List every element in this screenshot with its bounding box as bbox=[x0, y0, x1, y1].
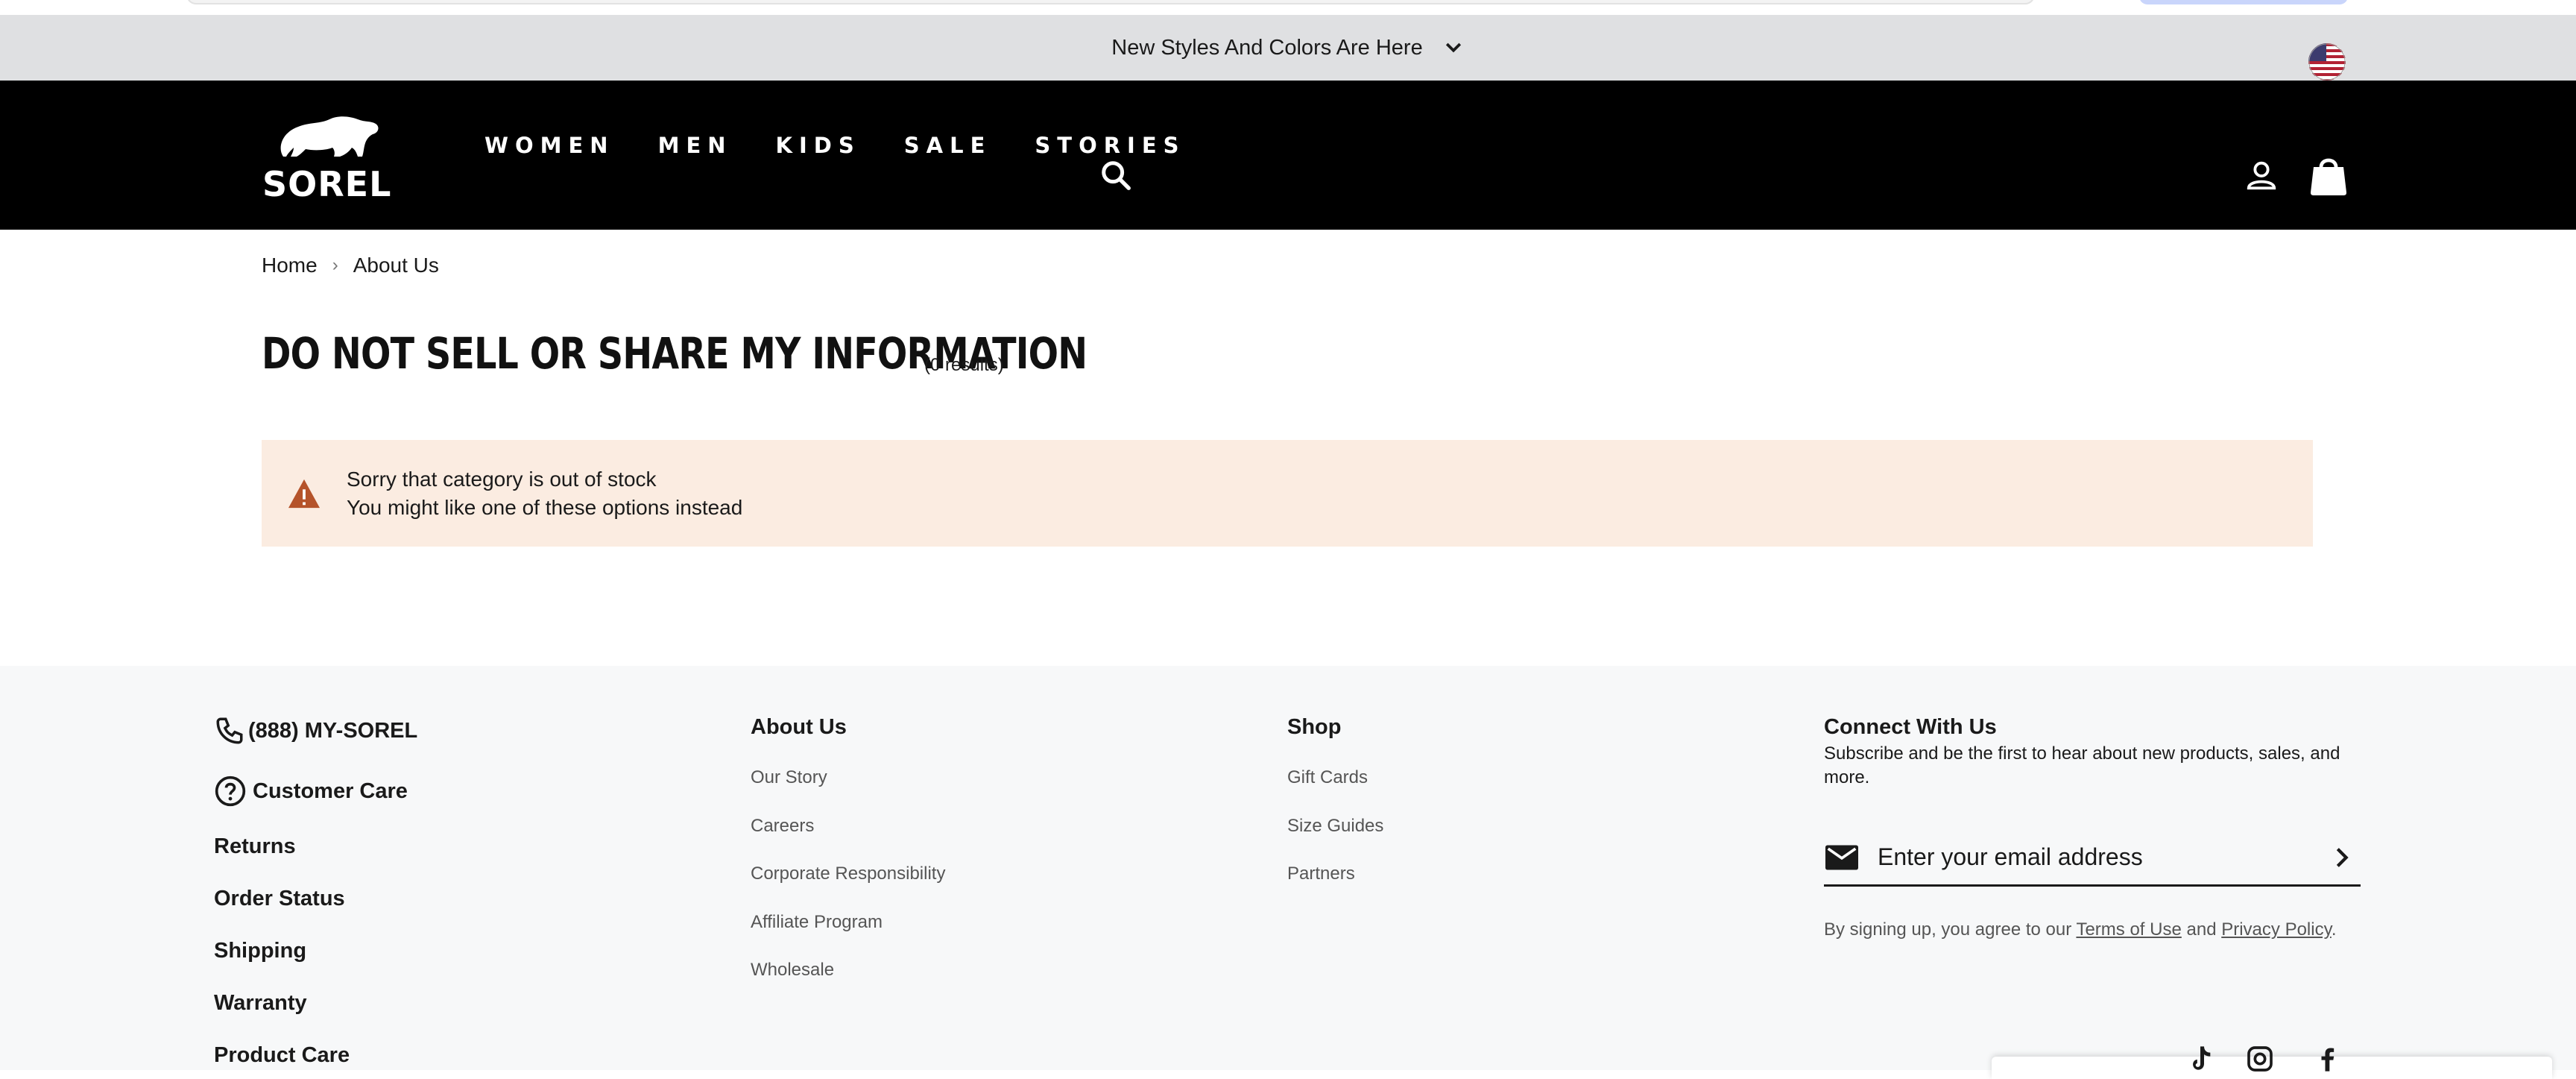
alert-line-1: Sorry that category is out of stock bbox=[347, 467, 657, 491]
mail-icon bbox=[1825, 845, 1858, 869]
email-field[interactable] bbox=[1878, 843, 2310, 871]
promo-toggle[interactable]: New Styles And Colors Are Here bbox=[1111, 36, 1464, 60]
main-nav: WOMEN MEN KIDS SALE STORIES bbox=[484, 133, 1229, 158]
nav-stories[interactable]: STORIES bbox=[1035, 133, 1185, 158]
gift-cards-link[interactable]: Gift Cards bbox=[1287, 767, 1368, 788]
affiliate-program-link[interactable]: Affiliate Program bbox=[751, 912, 883, 933]
site-footer: (888) MY-SOREL Customer Care Returns Ord… bbox=[0, 666, 2576, 1070]
legal-notice: By signing up, you agree to our Terms of… bbox=[1824, 919, 2336, 940]
nav-men[interactable]: MEN bbox=[658, 133, 733, 158]
browser-top-strip bbox=[0, 0, 2576, 15]
wholesale-link[interactable]: Wholesale bbox=[751, 960, 834, 981]
customer-care-link[interactable]: Customer Care bbox=[214, 775, 408, 808]
tiktok-icon[interactable] bbox=[2185, 1044, 2215, 1074]
size-guides-link[interactable]: Size Guides bbox=[1287, 816, 1383, 837]
out-of-stock-alert: Sorry that category is out of stock You … bbox=[262, 440, 2313, 547]
nav-women[interactable]: WOMEN bbox=[484, 133, 615, 158]
page-title-row: DO NOT SELL OR SHARE MY INFORMATION (0 r… bbox=[262, 328, 1268, 379]
terms-of-use-link[interactable]: Terms of Use bbox=[2076, 919, 2181, 940]
help-circle-icon bbox=[215, 776, 246, 807]
instagram-icon[interactable] bbox=[2245, 1044, 2275, 1074]
facebook-icon[interactable] bbox=[2312, 1044, 2342, 1074]
about-title: About Us bbox=[751, 715, 847, 739]
corporate-responsibility-link[interactable]: Corporate Responsibility bbox=[751, 863, 945, 884]
site-header: SOREL WOMEN MEN KIDS SALE STORIES bbox=[0, 81, 2576, 230]
warranty-link[interactable]: Warranty bbox=[214, 991, 307, 1016]
account-icon[interactable] bbox=[2244, 158, 2279, 192]
breadcrumb-current: About Us bbox=[353, 254, 439, 277]
nav-kids[interactable]: KIDS bbox=[776, 133, 861, 158]
order-status-link[interactable]: Order Status bbox=[214, 887, 345, 911]
legal-prefix: By signing up, you agree to our bbox=[1824, 919, 2077, 940]
submit-arrow-icon[interactable] bbox=[2329, 845, 2355, 870]
warning-icon bbox=[288, 479, 320, 508]
customer-care-label: Customer Care bbox=[253, 778, 408, 803]
button-remnant bbox=[2139, 0, 2348, 4]
careers-link[interactable]: Careers bbox=[751, 816, 814, 837]
legal-and: and bbox=[2181, 919, 2222, 940]
legal-suffix: . bbox=[2331, 919, 2337, 940]
phone-link[interactable]: (888) MY-SOREL bbox=[214, 715, 417, 746]
sorel-logo[interactable]: SOREL bbox=[261, 110, 391, 200]
shopping-bag-icon[interactable] bbox=[2309, 155, 2348, 197]
us-flag-icon[interactable] bbox=[2308, 43, 2346, 81]
svg-text:SOREL: SOREL bbox=[262, 164, 391, 200]
promo-text: New Styles And Colors Are Here bbox=[1111, 35, 1423, 60]
our-story-link[interactable]: Our Story bbox=[751, 767, 827, 788]
shipping-link[interactable]: Shipping bbox=[214, 939, 306, 963]
returns-link[interactable]: Returns bbox=[214, 834, 296, 859]
breadcrumb: Home › About Us bbox=[262, 254, 439, 277]
privacy-policy-link[interactable]: Privacy Policy bbox=[2221, 919, 2332, 940]
alert-line-2: You might like one of these options inst… bbox=[347, 495, 743, 519]
chevron-down-icon bbox=[1445, 43, 1461, 53]
search-bar-remnant bbox=[186, 0, 2035, 4]
alert-message: Sorry that category is out of stock You … bbox=[347, 465, 742, 522]
breadcrumb-separator: › bbox=[332, 255, 338, 275]
product-care-link[interactable]: Product Care bbox=[214, 1043, 350, 1068]
newsletter-form bbox=[1824, 830, 2361, 887]
results-count: (0 results) bbox=[924, 355, 1004, 375]
partners-link[interactable]: Partners bbox=[1287, 863, 1355, 884]
connect-subtitle: Subscribe and be the first to hear about… bbox=[1824, 743, 2340, 787]
promo-bar: New Styles And Colors Are Here bbox=[0, 15, 2576, 81]
phone-icon bbox=[216, 717, 243, 744]
phone-number: (888) MY-SOREL bbox=[248, 718, 418, 743]
shop-title: Shop bbox=[1287, 715, 1342, 739]
breadcrumb-home[interactable]: Home bbox=[262, 254, 318, 277]
connect-title: Connect With Us bbox=[1824, 715, 1997, 739]
nav-sale[interactable]: SALE bbox=[904, 133, 992, 158]
search-icon[interactable] bbox=[1099, 158, 1133, 192]
